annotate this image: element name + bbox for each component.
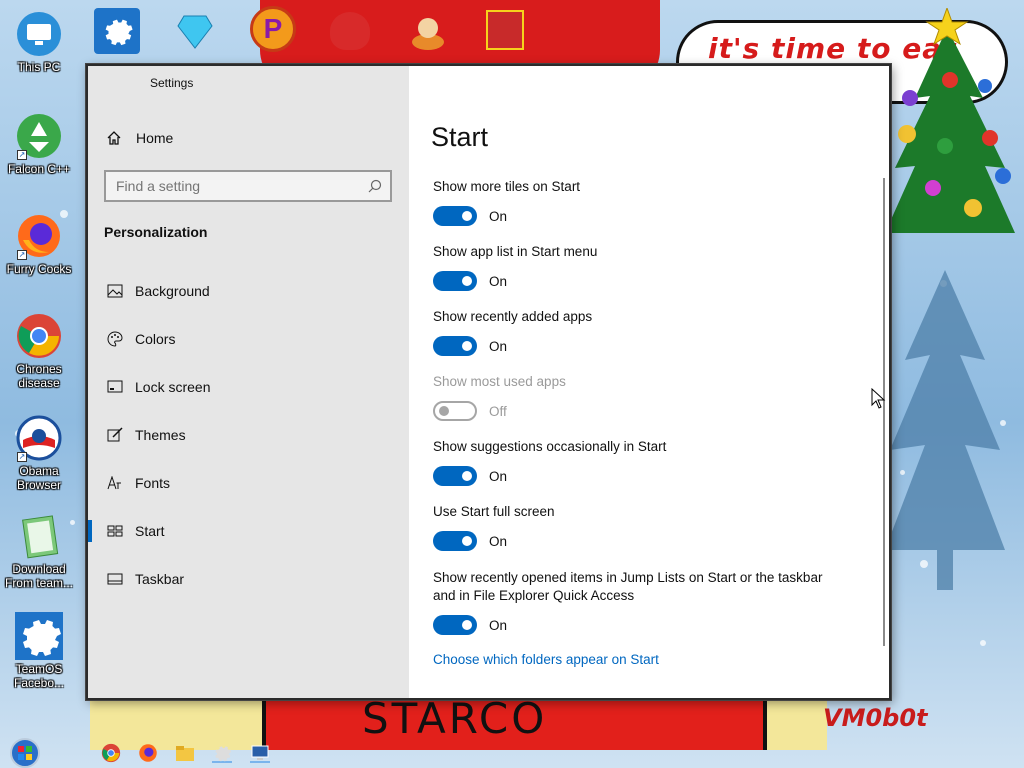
toggle-state: On — [489, 338, 508, 354]
settings-window: Settings Home Personalization Background… — [86, 64, 891, 700]
picture-icon — [106, 282, 124, 300]
angry-birds-icon[interactable] — [330, 12, 370, 50]
notebook-icon — [22, 515, 59, 559]
setting-label: Use Start full screen — [433, 504, 555, 519]
gear-icon[interactable] — [94, 8, 140, 54]
desktop-icon-obama-browser[interactable]: ↗ Obama Browser — [0, 414, 78, 492]
sidebar-item-label: Colors — [135, 331, 176, 347]
setting-label: Show most used apps — [433, 374, 566, 389]
sidebar-item-start[interactable]: Start — [88, 509, 409, 553]
sidebar-item-themes[interactable]: Themes — [88, 413, 409, 457]
search-icon[interactable] — [368, 179, 382, 193]
palette-icon — [106, 330, 124, 348]
monitor-icon — [17, 12, 61, 56]
setting-label: Show suggestions occasionally in Start — [433, 439, 667, 454]
setting-label: Show more tiles on Start — [433, 179, 581, 194]
sidebar: Settings Home Personalization Background… — [88, 66, 409, 698]
brush-icon — [106, 426, 124, 444]
taskbar-chrome-icon[interactable] — [101, 743, 121, 763]
banner-text: STARCO — [362, 694, 548, 743]
setting-label: Show recently added apps — [433, 309, 593, 324]
home-label: Home — [136, 130, 174, 146]
desktop-icon-teamos[interactable]: TeamOS Facebo... — [0, 612, 78, 690]
desktop-icon-label: Download From team... — [4, 562, 73, 590]
toggle-switch[interactable] — [433, 466, 477, 486]
peggle-icon[interactable]: P — [250, 6, 296, 52]
toggle-switch[interactable] — [433, 336, 477, 356]
desktop-icon-download[interactable]: Download From team... — [0, 512, 78, 590]
desktop-icon-firefox[interactable]: ↗ Furry Cocks — [0, 212, 78, 276]
chrome-icon — [17, 314, 61, 358]
desktop-icon-label: Falcon C++ — [7, 162, 71, 176]
taskbar-monitor-icon[interactable] — [250, 743, 270, 763]
toggle-state: On — [489, 273, 508, 289]
toggle-state: On — [489, 468, 508, 484]
setting-recently-added: Show recently added apps On — [433, 308, 592, 356]
page-title: Start — [431, 122, 489, 152]
diamond-icon[interactable] — [176, 12, 214, 50]
mouse-cursor-icon — [871, 388, 886, 409]
desktop-icon-label: TeamOS Facebo... — [13, 662, 65, 690]
sidebar-item-label: Background — [135, 283, 210, 299]
desktop-icon-label: Chrones disease — [16, 362, 62, 390]
blue-tree-icon — [885, 270, 1005, 590]
book-icon[interactable] — [486, 10, 524, 50]
search-box — [104, 170, 392, 202]
scrollbar[interactable] — [883, 178, 885, 646]
toggle-state: Off — [489, 403, 507, 419]
desktop-icon-label: Obama Browser — [16, 464, 61, 492]
sidebar-item-label: Themes — [135, 427, 186, 443]
desktop-icon-this-pc[interactable]: This PC — [0, 10, 78, 74]
toggle-switch[interactable] — [433, 206, 477, 226]
toggle-switch[interactable] — [433, 271, 477, 291]
start-button[interactable] — [8, 736, 42, 768]
window-title: Settings — [150, 76, 194, 90]
sidebar-item-label: Fonts — [135, 475, 171, 491]
toggle-state: On — [489, 208, 508, 224]
desktop-icon-label: This PC — [17, 60, 61, 74]
home-button[interactable]: Home — [106, 130, 173, 146]
sidebar-item-colors[interactable]: Colors — [88, 317, 409, 361]
sidebar-item-background[interactable]: Background — [88, 269, 409, 313]
home-icon — [107, 131, 121, 145]
content-pane: Start Show more tiles on Start On Show a… — [409, 66, 889, 698]
toggle-state: On — [489, 533, 508, 549]
setting-more-tiles: Show more tiles on Start On — [433, 178, 580, 226]
toggle-switch[interactable] — [433, 401, 477, 421]
taskbar-firefox-icon[interactable] — [138, 743, 158, 763]
section-title: Personalization — [104, 224, 208, 240]
sidebar-item-label: Lock screen — [135, 379, 211, 395]
toggle-switch[interactable] — [433, 615, 477, 635]
setting-full-screen: Use Start full screen On — [433, 503, 555, 551]
setting-jump-lists: Show recently opened items in Jump Lists… — [433, 569, 843, 635]
setting-suggestions: Show suggestions occasionally in Start O… — [433, 438, 666, 486]
toggle-switch[interactable] — [433, 531, 477, 551]
desktop-icon-falcon[interactable]: ↗ Falcon C++ — [0, 112, 78, 176]
sidebar-item-label: Taskbar — [135, 571, 185, 587]
font-icon — [106, 474, 124, 492]
taskbar-settings-icon[interactable] — [212, 743, 232, 763]
taskbar-file-explorer-icon[interactable] — [175, 743, 195, 763]
toggle-state: On — [489, 617, 508, 633]
gear-icon — [23, 620, 61, 656]
food-icon[interactable] — [408, 12, 448, 52]
desktop-icon-chrome[interactable]: Chrones disease — [0, 312, 78, 390]
choose-folders-link[interactable]: Choose which folders appear on Start — [433, 652, 659, 667]
setting-app-list: Show app list in Start menu On — [433, 243, 597, 291]
search-input[interactable] — [106, 172, 390, 200]
sidebar-item-taskbar[interactable]: Taskbar — [88, 557, 409, 601]
lock-screen-icon — [106, 378, 124, 396]
taskbar-icon — [106, 570, 124, 588]
desktop-icon-label: Furry Cocks — [6, 262, 72, 276]
setting-most-used: Show most used apps Off — [433, 373, 566, 421]
artist-signature: VM0b0t — [823, 704, 928, 732]
setting-label: Show recently opened items in Jump Lists… — [433, 570, 823, 603]
sidebar-item-label: Start — [135, 523, 165, 539]
christmas-tree-icon — [885, 8, 1015, 233]
setting-label: Show app list in Start menu — [433, 244, 598, 259]
sidebar-item-fonts[interactable]: Fonts — [88, 461, 409, 505]
sidebar-item-lock-screen[interactable]: Lock screen — [88, 365, 409, 409]
start-icon — [106, 522, 124, 540]
